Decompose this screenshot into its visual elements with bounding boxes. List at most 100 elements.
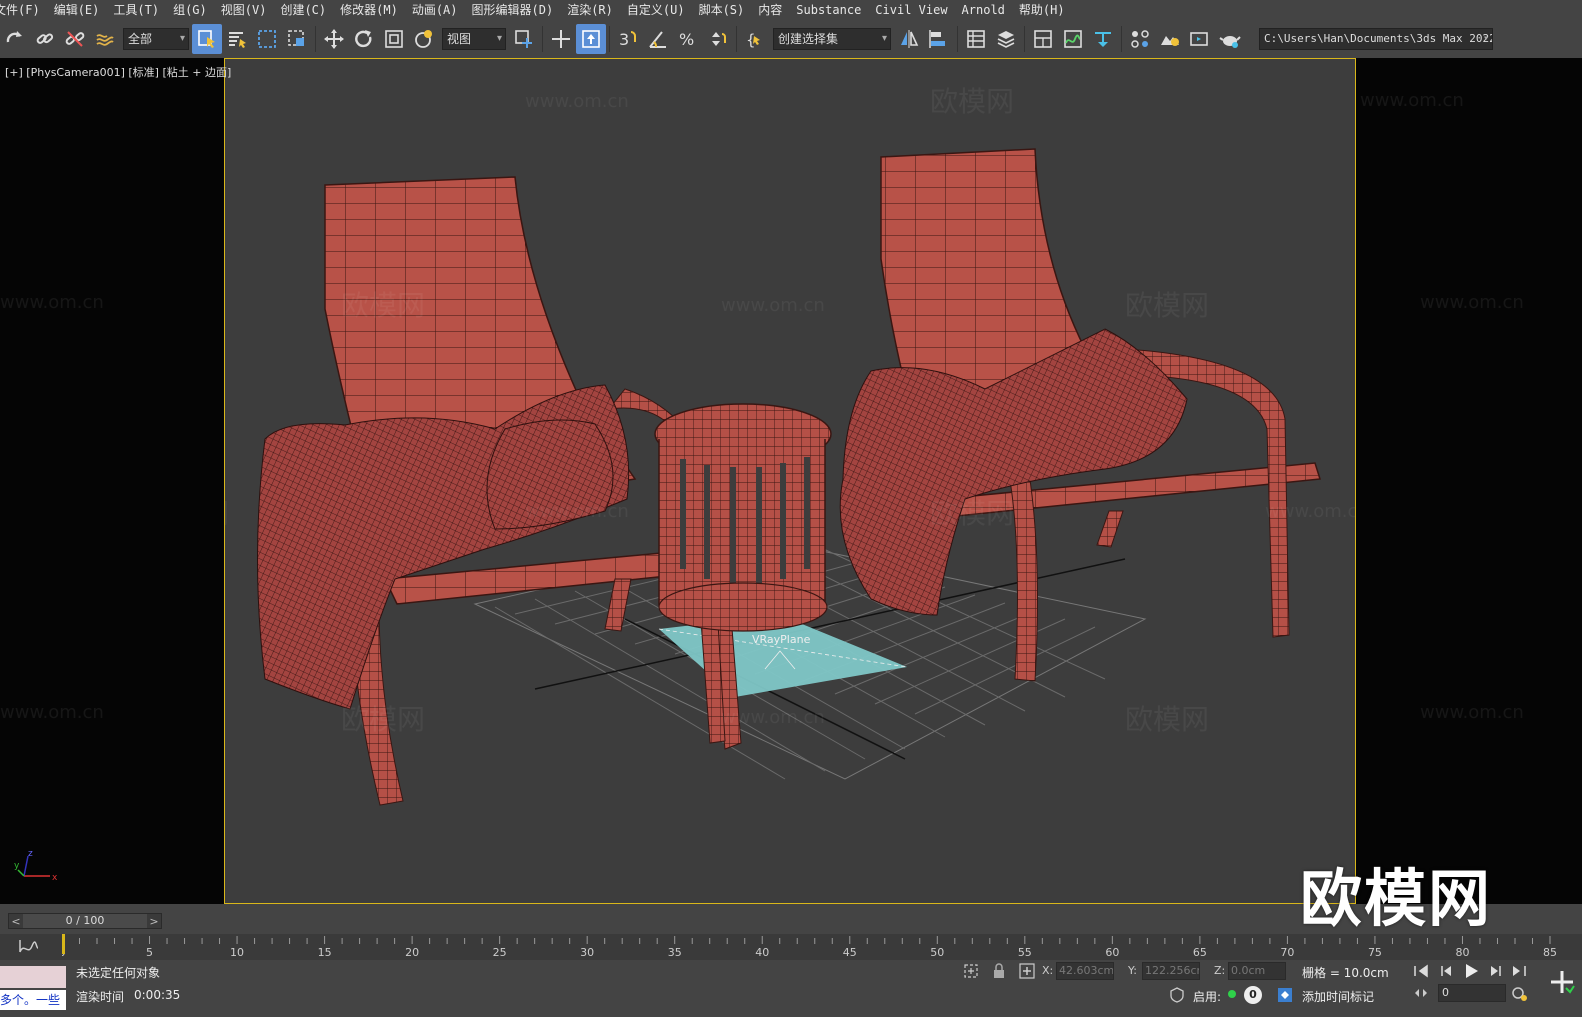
list-select-icon bbox=[229, 32, 246, 48]
angle-snap-button[interactable] bbox=[643, 24, 673, 54]
current-frame-field[interactable]: 0 bbox=[1438, 984, 1506, 1002]
next-frame-arrow[interactable]: > bbox=[147, 915, 161, 928]
select-manipulate-button[interactable] bbox=[546, 24, 576, 54]
menu-item-8[interactable]: 图形编辑器(D) bbox=[472, 0, 568, 20]
next-frame-button[interactable] bbox=[1484, 960, 1506, 982]
window-crossing-button[interactable] bbox=[282, 24, 312, 54]
axis-gizmo: x z y bbox=[14, 850, 58, 883]
place-button[interactable] bbox=[409, 24, 439, 54]
watermark-logo: 欧模网 bbox=[225, 497, 229, 530]
select-object-button[interactable] bbox=[192, 24, 222, 54]
maxscript-listener-pink[interactable] bbox=[0, 966, 66, 988]
schematic-icon bbox=[1095, 32, 1111, 47]
menu-item-5[interactable]: 创建(C) bbox=[280, 0, 340, 20]
menu-item-0[interactable]: 文件(F) bbox=[0, 0, 54, 20]
watermark-url: www.om.cn bbox=[721, 295, 825, 316]
select-by-name-button[interactable] bbox=[222, 24, 252, 54]
crosshair-icon bbox=[552, 30, 570, 48]
move-button[interactable] bbox=[319, 24, 349, 54]
menu-item-6[interactable]: 修改器(M) bbox=[340, 0, 412, 20]
menu-item-14[interactable]: Civil View bbox=[875, 0, 961, 20]
unlink-button[interactable] bbox=[60, 24, 90, 54]
menu-item-7[interactable]: 动画(A) bbox=[412, 0, 472, 20]
toolbar-separator bbox=[1024, 26, 1025, 52]
side-table-model[interactable] bbox=[654, 403, 832, 632]
x-coord-field[interactable]: 42.603cm bbox=[1056, 962, 1114, 980]
isolate-selection-icon[interactable] bbox=[962, 962, 980, 980]
ribbon-toggle-button[interactable] bbox=[1028, 24, 1058, 54]
menu-item-9[interactable]: 渲染(R) bbox=[567, 0, 627, 20]
watermark-url: www.om.cn bbox=[525, 501, 629, 522]
scale-button[interactable] bbox=[379, 24, 409, 54]
axis-x-label: x bbox=[52, 873, 58, 883]
curve-editor-icon bbox=[1064, 30, 1082, 48]
rect-selection-region-button[interactable] bbox=[252, 24, 282, 54]
pivot-center-button[interactable] bbox=[509, 24, 539, 54]
ruler-tick-label: 80 bbox=[1455, 946, 1469, 959]
key-mode-toggle-icon[interactable] bbox=[1412, 984, 1430, 1002]
camera-viewport[interactable]: VRayPlane 欧模网 bbox=[224, 58, 1356, 904]
render-setup-button[interactable] bbox=[1155, 24, 1185, 54]
prev-frame-arrow[interactable]: < bbox=[9, 915, 23, 928]
menu-item-15[interactable]: Arnold bbox=[962, 0, 1019, 20]
previous-frame-button[interactable] bbox=[1436, 960, 1458, 982]
current-frame-marker[interactable] bbox=[62, 934, 65, 954]
curve-editor-button[interactable] bbox=[1058, 24, 1088, 54]
zoom-extents-icon[interactable] bbox=[1548, 968, 1576, 996]
layer-explorer-button[interactable] bbox=[991, 24, 1021, 54]
named-selection-set-dropdown[interactable]: 创建选择集 bbox=[773, 28, 891, 50]
ruler-tick-label: 30 bbox=[580, 946, 594, 959]
project-folder-path[interactable]: C:\Users\Han\Documents\3ds Max 2022 bbox=[1259, 28, 1493, 50]
bind-spacewarp-button[interactable] bbox=[90, 24, 120, 54]
menu-item-4[interactable]: 视图(V) bbox=[221, 0, 281, 20]
rendered-frame-window-button[interactable] bbox=[1185, 24, 1215, 54]
mirror-icon bbox=[901, 30, 919, 48]
go-to-start-button[interactable] bbox=[1410, 960, 1432, 982]
menu-item-16[interactable]: 帮助(H) bbox=[1019, 0, 1079, 20]
edit-named-selection-button[interactable]: { bbox=[740, 24, 770, 54]
selection-lock-icon[interactable] bbox=[990, 962, 1008, 980]
rotate-button[interactable] bbox=[349, 24, 379, 54]
time-tag-icon[interactable] bbox=[1276, 986, 1294, 1004]
percent-snap-button[interactable]: % bbox=[673, 24, 703, 54]
add-time-tag-button[interactable]: 添加时间标记 bbox=[1302, 988, 1374, 1005]
play-button[interactable] bbox=[1460, 960, 1482, 982]
menu-item-2[interactable]: 工具(T) bbox=[113, 0, 173, 20]
y-coord-field[interactable]: 122.256cm bbox=[1142, 962, 1200, 980]
time-config-icon[interactable] bbox=[1510, 984, 1528, 1002]
z-coord-field[interactable]: 0.0cm bbox=[1228, 962, 1286, 980]
link-button[interactable] bbox=[30, 24, 60, 54]
menu-item-12[interactable]: 内容 bbox=[758, 0, 796, 20]
spinner-snap-button[interactable] bbox=[703, 24, 733, 54]
frame-window-icon bbox=[1190, 32, 1208, 46]
align-button[interactable] bbox=[924, 24, 954, 54]
scene-explorer-button[interactable] bbox=[961, 24, 991, 54]
redo-button[interactable] bbox=[0, 24, 30, 54]
render-production-button[interactable] bbox=[1215, 24, 1245, 54]
toolbar-separator bbox=[1121, 26, 1122, 52]
keyboard-shortcut-override-button[interactable] bbox=[576, 24, 606, 54]
right-chair-model[interactable] bbox=[839, 148, 1321, 682]
menu-item-11[interactable]: 脚本(S) bbox=[699, 0, 759, 20]
selection-filter-dropdown[interactable]: 全部 bbox=[123, 28, 189, 50]
time-slider-bar[interactable]: < 0 / 100 > bbox=[8, 913, 162, 929]
mirror-button[interactable] bbox=[894, 24, 924, 54]
absolute-mode-icon[interactable] bbox=[1018, 962, 1036, 980]
snaps-toggle-button[interactable]: 3 bbox=[613, 24, 643, 54]
align-icon bbox=[929, 30, 945, 48]
go-to-end-button[interactable] bbox=[1508, 960, 1530, 982]
menu-item-1[interactable]: 编辑(E) bbox=[54, 0, 114, 20]
ruler-tick-label: 40 bbox=[755, 946, 769, 959]
schematic-view-button[interactable] bbox=[1088, 24, 1118, 54]
viewport-label-menu[interactable]: [+] [PhysCamera001] [标准] [粘土 + 边面] bbox=[5, 64, 231, 80]
material-editor-button[interactable] bbox=[1125, 24, 1155, 54]
ruler-tick-label: 15 bbox=[318, 946, 332, 959]
curve-editor-toggle-icon[interactable] bbox=[18, 938, 40, 954]
ruler-tick-label: 85 bbox=[1543, 946, 1557, 959]
adaptive-degradation-icon[interactable] bbox=[1168, 986, 1186, 1004]
maxscript-listener-white[interactable]: 多个。一些 bbox=[0, 990, 66, 1010]
menu-item-3[interactable]: 组(G) bbox=[173, 0, 221, 20]
reference-coordinate-dropdown[interactable]: 视图 bbox=[442, 28, 506, 50]
menu-item-10[interactable]: 自定义(U) bbox=[627, 0, 699, 20]
menu-item-13[interactable]: Substance bbox=[796, 0, 875, 20]
